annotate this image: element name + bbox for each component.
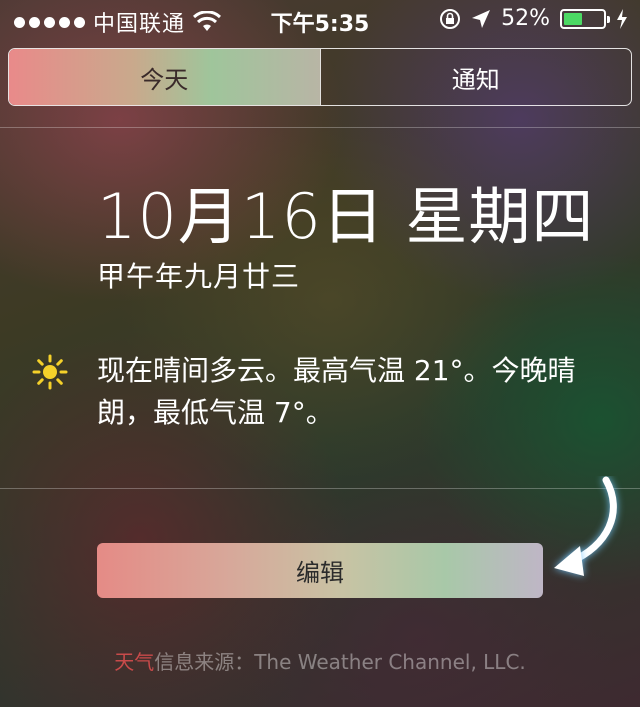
lunar-date: 甲午年九月廿三 [97, 260, 301, 293]
tab-notifications[interactable]: 通知 [319, 49, 632, 105]
status-bar-right: 52% [439, 6, 628, 31]
pointing-arrow-icon [554, 476, 617, 576]
battery-percentage: 52% [501, 6, 550, 31]
battery-icon [560, 8, 610, 29]
sun-icon [32, 354, 68, 390]
weather-link[interactable]: 天气 [114, 650, 154, 674]
tab-today[interactable]: 今天 [9, 49, 320, 105]
weather-source-text: 信息来源：The Weather Channel, LLC. [154, 650, 526, 674]
charging-bolt-icon [617, 8, 627, 29]
notification-center-tabs: 今天 通知 [8, 48, 632, 106]
location-arrow-icon [472, 9, 491, 28]
today-date: 10月16日 星期四 [97, 180, 595, 253]
rotation-lock-icon [440, 8, 461, 29]
status-bar: 中国联通 下午5:35 52% [0, 0, 640, 40]
divider-top [0, 127, 640, 128]
battery-level-fill [564, 12, 582, 25]
divider-bottom [0, 488, 640, 489]
weather-summary: 现在晴间多云。最高气温 21°。今晚晴朗，最低气温 7°。 [97, 354, 576, 429]
weather-source: 天气信息来源：The Weather Channel, LLC. [0, 646, 640, 675]
edit-button[interactable]: 编辑 [97, 543, 543, 598]
